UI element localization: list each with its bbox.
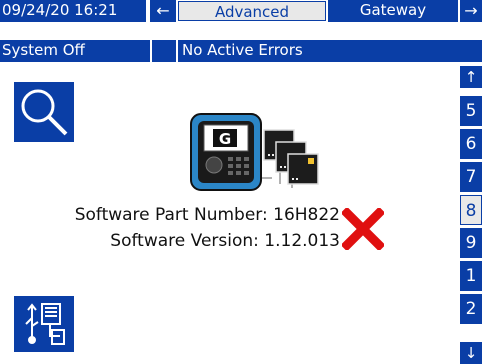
- status-spacer: [152, 40, 176, 62]
- part-number-row: Software Part Number: 16H822: [60, 205, 340, 225]
- left-arrow-icon: ←: [156, 1, 170, 20]
- search-button[interactable]: [14, 82, 74, 142]
- page-button-2-6[interactable]: 2: [460, 294, 482, 324]
- display-module-graphic: G: [190, 113, 262, 191]
- gateway-modules-icon: [262, 129, 319, 188]
- error-status-text: No Active Errors: [182, 41, 303, 59]
- system-status-text: System Off: [2, 41, 85, 59]
- version-row: Software Version: 1.12.013: [60, 231, 340, 251]
- page-list: 5678912: [460, 96, 482, 342]
- error-status: No Active Errors: [178, 40, 482, 62]
- usb-transfer-button[interactable]: [14, 296, 74, 352]
- part-number-label: Software Part Number:: [74, 205, 268, 225]
- page-button-7-2[interactable]: 7: [460, 162, 482, 192]
- right-arrow-icon: →: [464, 1, 478, 20]
- status-row-left: System Off: [0, 40, 150, 62]
- part-number-value: 16H822: [273, 205, 340, 225]
- tab-advanced-label: Advanced: [214, 3, 290, 21]
- scroll-up-button[interactable]: ↑: [460, 66, 482, 88]
- next-screen-button[interactable]: →: [460, 0, 482, 22]
- tab-advanced[interactable]: Advanced: [178, 1, 326, 21]
- page-button-9-4[interactable]: 9: [460, 228, 482, 258]
- up-arrow-icon: ↑: [464, 68, 478, 86]
- page-button-6-1[interactable]: 6: [460, 129, 482, 159]
- page-button-1-5[interactable]: 1: [460, 261, 482, 291]
- tab-gateway-label: Gateway: [359, 1, 427, 19]
- version-label: Software Version:: [110, 231, 259, 251]
- datetime-display: 09/24/20 16:21: [0, 0, 148, 22]
- version-value: 1.12.013: [264, 231, 340, 251]
- display-module-icon: G: [190, 113, 262, 191]
- page-button-5-0[interactable]: 5: [460, 96, 482, 126]
- error-indicator: [340, 206, 386, 252]
- svg-text:G: G: [219, 130, 231, 148]
- tab-gateway[interactable]: Gateway: [328, 0, 458, 22]
- down-arrow-icon: ↓: [464, 344, 478, 362]
- scroll-down-button[interactable]: ↓: [460, 342, 482, 364]
- red-x-icon: [340, 206, 386, 252]
- datetime-text: 09/24/20 16:21: [2, 1, 118, 19]
- usb-transfer-icon: [25, 303, 65, 345]
- gateway-modules-graphic: [262, 128, 332, 194]
- search-icon: [21, 89, 68, 136]
- page-button-8-3[interactable]: 8: [460, 195, 482, 225]
- prev-screen-button[interactable]: ←: [150, 0, 176, 22]
